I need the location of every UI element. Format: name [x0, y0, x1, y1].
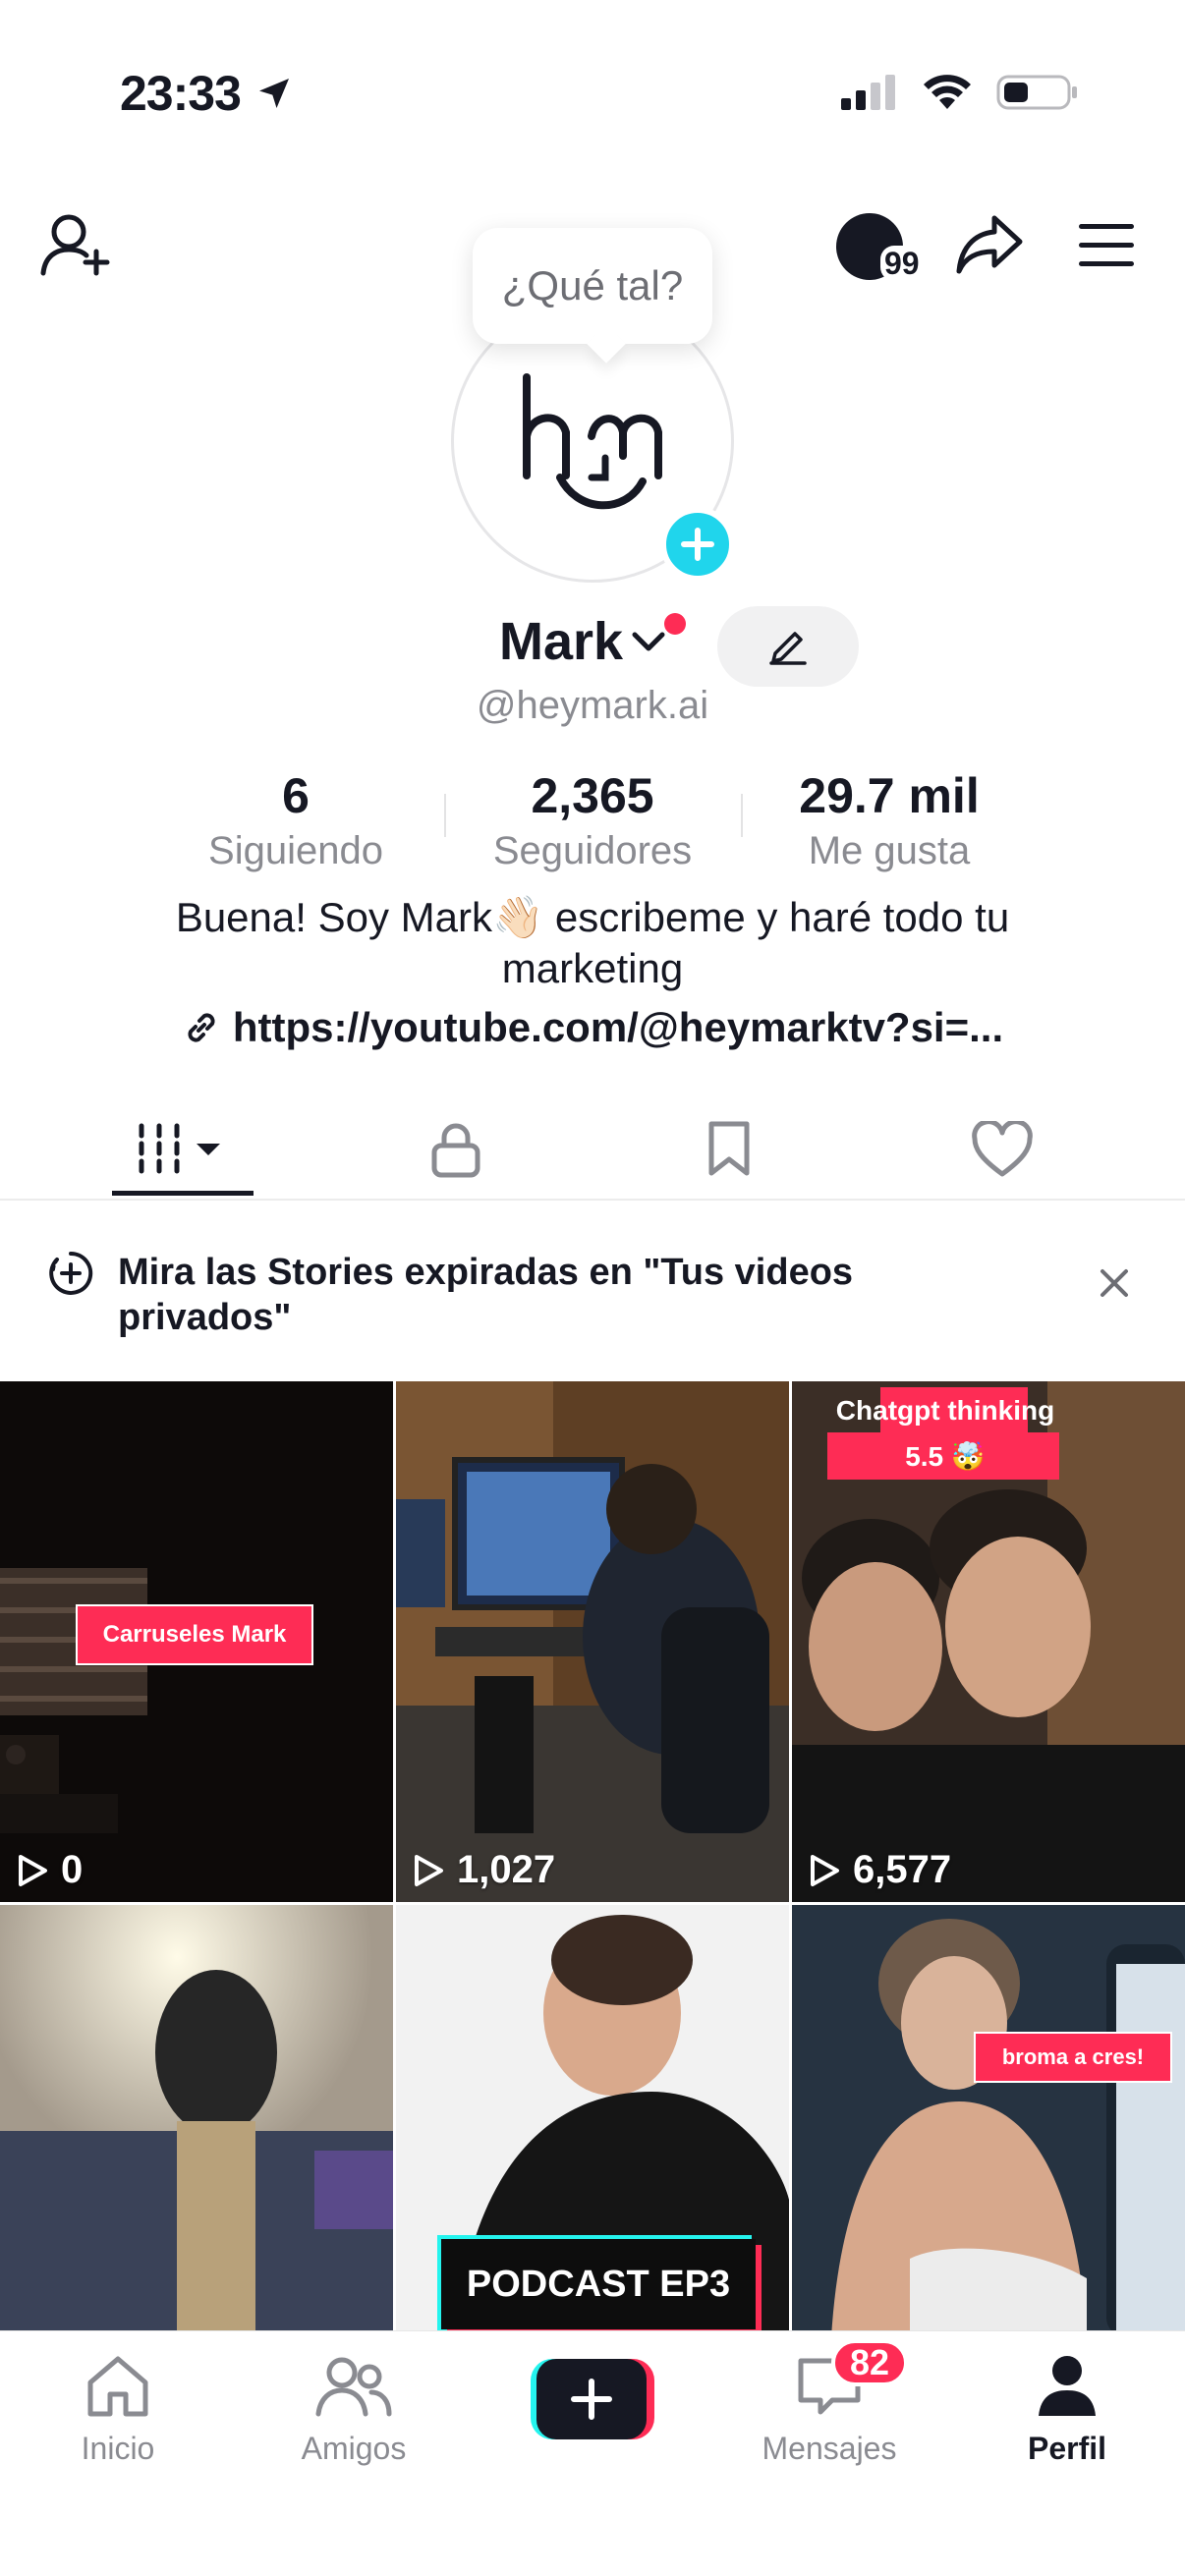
video-overlay-text: Carruseles Mark — [102, 1621, 287, 1648]
profile-link[interactable]: https://youtube.com/@heymarktv?si=... — [0, 1004, 1185, 1051]
video-overlay-text: PODCAST EP3 — [466, 2263, 731, 2305]
status-time: 23:33 — [120, 65, 294, 122]
bottom-nav: Inicio Amigos Mensajes 82 Perfil — [0, 2330, 1185, 2576]
stat-label: Seguidores — [492, 829, 693, 872]
video-tile[interactable]: PODCAST EP3 — [396, 1905, 789, 2337]
play-icon — [19, 1854, 47, 1886]
status-icons — [841, 73, 1079, 112]
view-count-text: 1,027 — [457, 1848, 556, 1891]
stat-followers[interactable]: 2,365 Seguidores — [444, 766, 741, 874]
view-count: 0 — [16, 1848, 83, 1892]
chevron-down-icon — [632, 632, 665, 651]
clock: 23:33 — [120, 66, 242, 121]
account-switcher[interactable]: Mark — [499, 611, 668, 672]
status-tooltip[interactable]: ¿Qué tal? — [473, 228, 712, 344]
stat-following[interactable]: 6 Siguiendo — [147, 766, 444, 874]
edit-profile-button[interactable] — [717, 606, 859, 687]
plus-icon — [571, 2379, 612, 2420]
notification-dot — [664, 613, 686, 635]
view-count: 1,027 — [412, 1848, 555, 1892]
link-icon — [188, 1013, 215, 1042]
heymark-logo-icon — [523, 373, 662, 510]
stat-label: Siguiendo — [208, 829, 383, 872]
profile-icon — [1039, 2356, 1096, 2416]
nav-label: Amigos — [301, 2431, 407, 2466]
nav-label: Mensajes — [762, 2431, 897, 2466]
heart-icon — [972, 1121, 1033, 1177]
add-friend-icon[interactable] — [39, 210, 112, 279]
plus-icon — [681, 528, 714, 561]
stat-label: Me gusta — [808, 829, 971, 872]
video-tile[interactable]: broma a cres! — [792, 1905, 1185, 2337]
stat-value: 2,365 — [531, 768, 654, 823]
view-count: 6,577 — [808, 1848, 951, 1892]
nav-home[interactable]: Inicio — [20, 2353, 216, 2467]
tab-saved[interactable] — [650, 1110, 808, 1189]
tooltip-text: ¿Qué tal? — [501, 262, 684, 308]
battery-icon — [996, 75, 1077, 110]
profile-tabs — [0, 1091, 1185, 1201]
video-thumbnail — [0, 1905, 393, 2337]
create-button[interactable] — [531, 2359, 654, 2439]
close-icon[interactable] — [1099, 1267, 1130, 1299]
tab-videos[interactable] — [104, 1110, 261, 1189]
nav-label: Perfil — [1027, 2431, 1107, 2466]
video-tile[interactable]: Carruseles Mark 0 — [0, 1381, 393, 1902]
location-arrow-icon — [258, 79, 289, 108]
create-button-face — [536, 2359, 647, 2439]
view-count-text: 6,577 — [853, 1848, 952, 1891]
story-count: 99 — [880, 246, 924, 281]
link-text: https://youtube.com/@heymarktv?si=... — [232, 1004, 1004, 1050]
tab-private[interactable] — [377, 1110, 535, 1189]
play-icon — [811, 1854, 839, 1886]
menu-icon[interactable] — [1077, 222, 1136, 269]
add-story-button[interactable] — [660, 507, 735, 582]
video-overlay-text: broma a cres! — [1001, 2044, 1145, 2069]
play-icon — [415, 1854, 443, 1886]
friends-icon — [315, 2357, 392, 2417]
cellular-signal-icon — [841, 75, 895, 110]
video-overlay-text: Chatgpt thinking 5.5 🤯 — [835, 1395, 1055, 1472]
video-tile[interactable] — [0, 1905, 393, 2337]
stories-button[interactable]: 99 — [835, 210, 924, 289]
profile-bio: Buena! Soy Mark👋🏻 escribeme y haré todo … — [108, 892, 1077, 994]
nav-label: Inicio — [81, 2431, 155, 2466]
lock-icon — [431, 1123, 480, 1178]
profile-stats: 6 Siguiendo 2,365 Seguidores 29.7 mil Me… — [147, 766, 1038, 874]
wifi-icon — [924, 75, 971, 109]
story-add-icon — [49, 1251, 93, 1295]
nav-profile[interactable]: Perfil — [969, 2353, 1165, 2467]
pencil-icon — [769, 632, 807, 665]
view-count-text: 0 — [61, 1848, 84, 1891]
bookmark-icon — [708, 1121, 750, 1176]
video-tile[interactable]: 1,027 — [396, 1381, 789, 1902]
grid-filter-icon — [139, 1123, 220, 1174]
bio-line: marketing — [501, 945, 684, 991]
banner-text: Mira las Stories expiradas en "Tus video… — [118, 1252, 854, 1338]
stat-likes[interactable]: 29.7 mil Me gusta — [741, 766, 1038, 874]
video-tile[interactable]: Chatgpt thinking 5.5 🤯 6,577 — [792, 1381, 1185, 1902]
stat-value: 6 — [282, 768, 310, 823]
video-thumbnail — [792, 1905, 1185, 2337]
expired-stories-banner[interactable]: Mira las Stories expiradas en "Tus video… — [0, 1203, 1185, 1381]
tab-liked[interactable] — [924, 1110, 1081, 1189]
stat-value: 29.7 mil — [799, 768, 980, 823]
nav-friends[interactable]: Amigos — [255, 2353, 452, 2467]
share-icon[interactable] — [955, 214, 1024, 275]
profile-handle: @heymark.ai — [476, 684, 709, 727]
active-tab-indicator — [112, 1191, 254, 1196]
bio-line: Buena! Soy Mark👋🏻 escribeme y haré todo … — [175, 894, 1010, 940]
video-thumbnail — [396, 1381, 789, 1902]
profile-name: Mark — [499, 612, 624, 671]
home-icon — [87, 2356, 148, 2417]
messages-badge: 82 — [831, 2339, 908, 2386]
